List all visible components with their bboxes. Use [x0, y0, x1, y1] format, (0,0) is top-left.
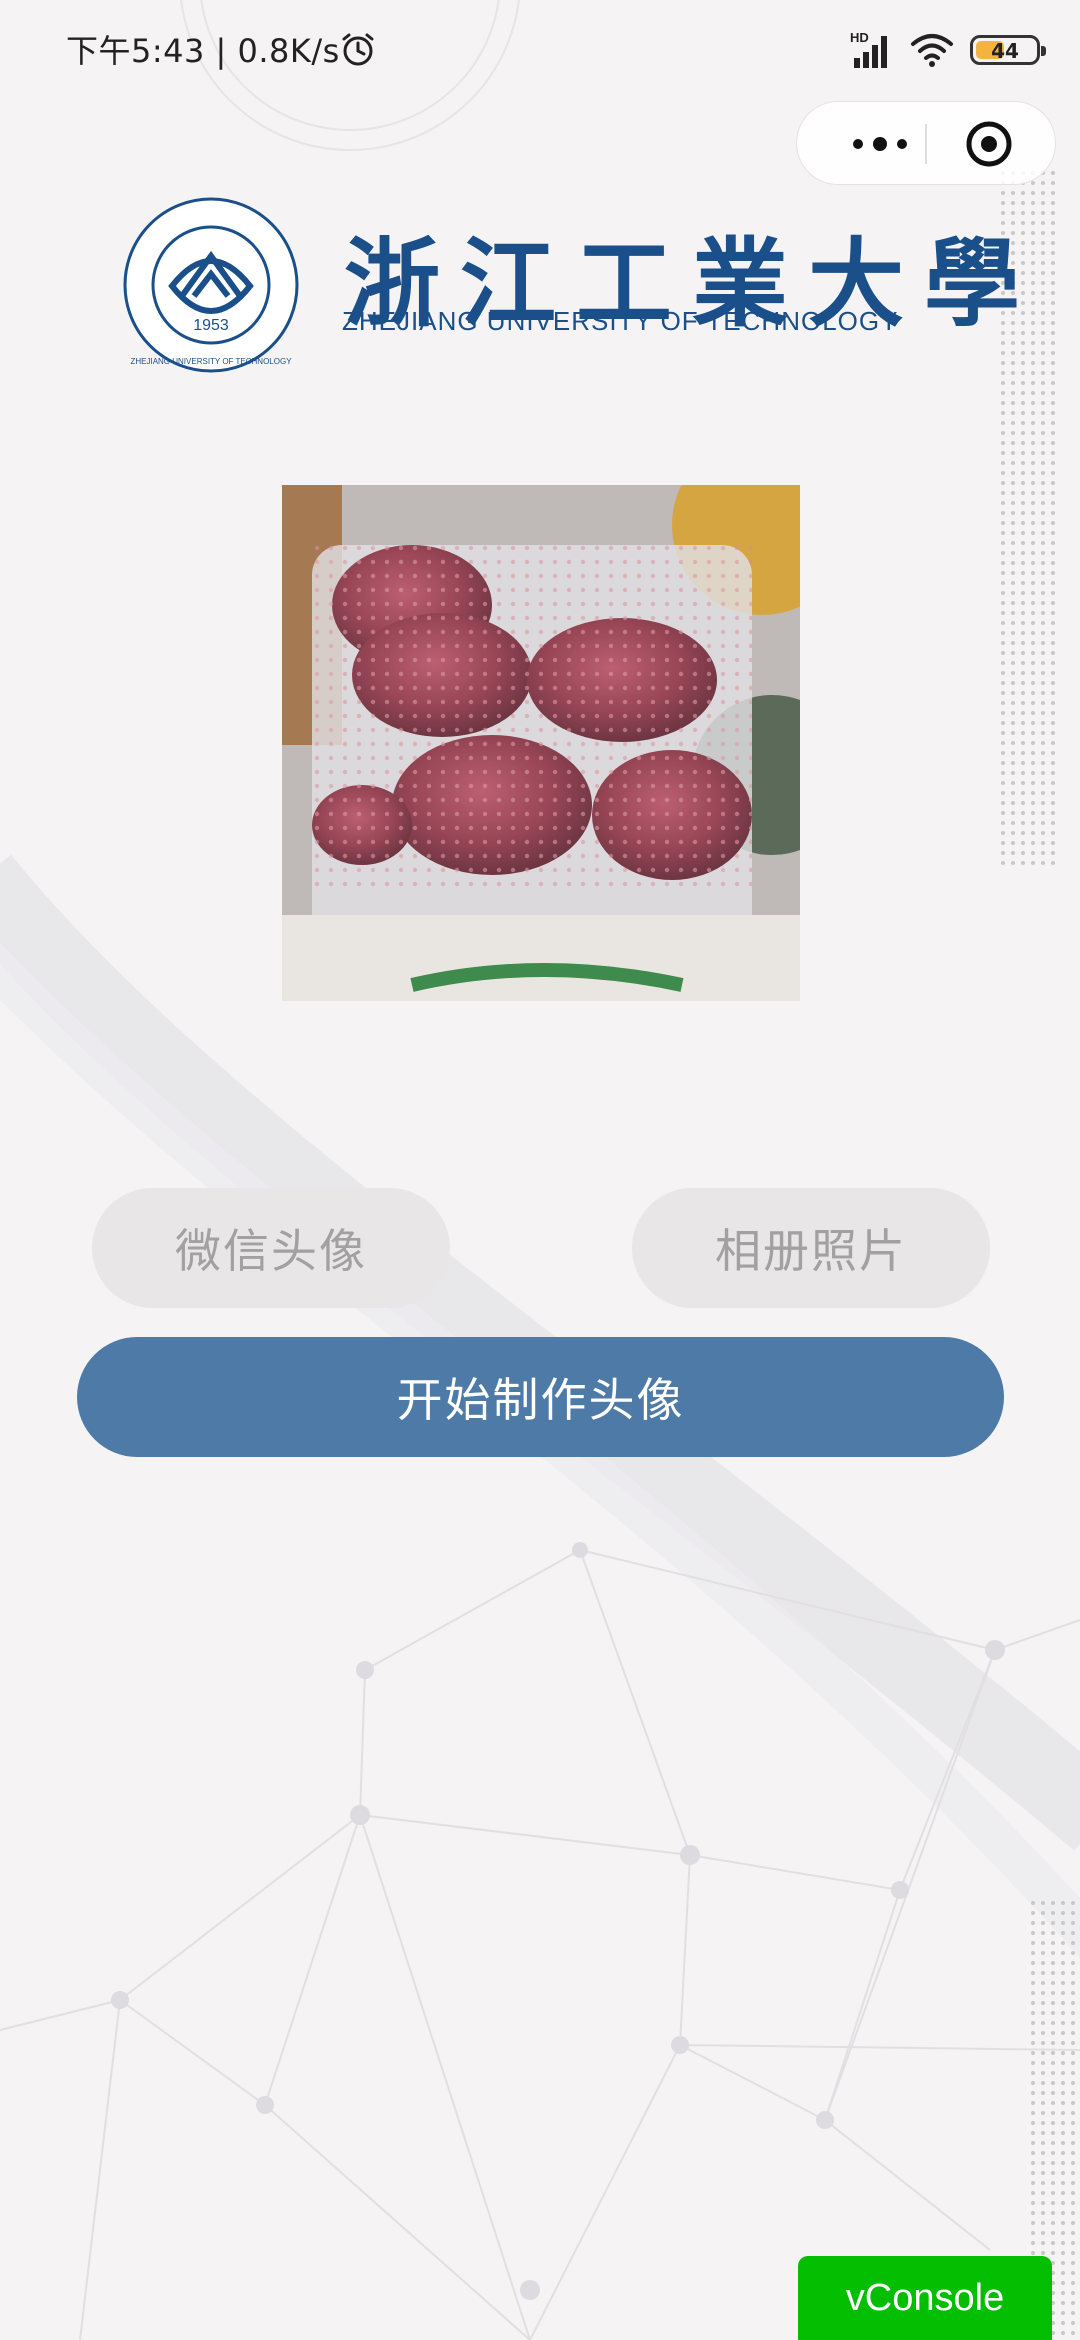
university-name-en: ZHEJIANG UNIVERSITY OF TECHNOLOGY [342, 306, 899, 336]
university-logo: 1953 ZHEJIANG UNIVERSITY OF TECHNOLOGY 浙… [122, 196, 1020, 373]
capsule-divider [925, 124, 927, 164]
university-seal-icon: 1953 ZHEJIANG UNIVERSITY OF TECHNOLOGY [123, 197, 299, 373]
seal-year: 1953 [193, 317, 229, 334]
vconsole-button[interactable]: vConsole [798, 2256, 1052, 2340]
wechat-avatar-button[interactable]: 微信头像 [92, 1188, 450, 1308]
miniprogram-capsule [796, 101, 1056, 185]
album-photo-button[interactable]: 相册照片 [632, 1188, 990, 1308]
battery-level: 44 [991, 39, 1019, 63]
battery-icon: 44 [970, 35, 1046, 65]
status-time-speed: 下午5:43 | 0.8K/s [66, 32, 340, 70]
alarm-clock-icon [342, 33, 374, 66]
status-bar: 下午5:43 | 0.8K/s HD 44 [0, 0, 1080, 100]
signal-icon: HD [850, 30, 894, 70]
start-making-avatar-button[interactable]: 开始制作头像 [77, 1337, 1004, 1457]
seal-ring-text: ZHEJIANG UNIVERSITY OF TECHNOLOGY [130, 357, 292, 366]
more-dots-icon[interactable] [835, 126, 925, 162]
selected-avatar-photo [282, 485, 800, 1001]
wifi-icon [911, 34, 953, 67]
close-target-icon[interactable] [965, 120, 1013, 168]
